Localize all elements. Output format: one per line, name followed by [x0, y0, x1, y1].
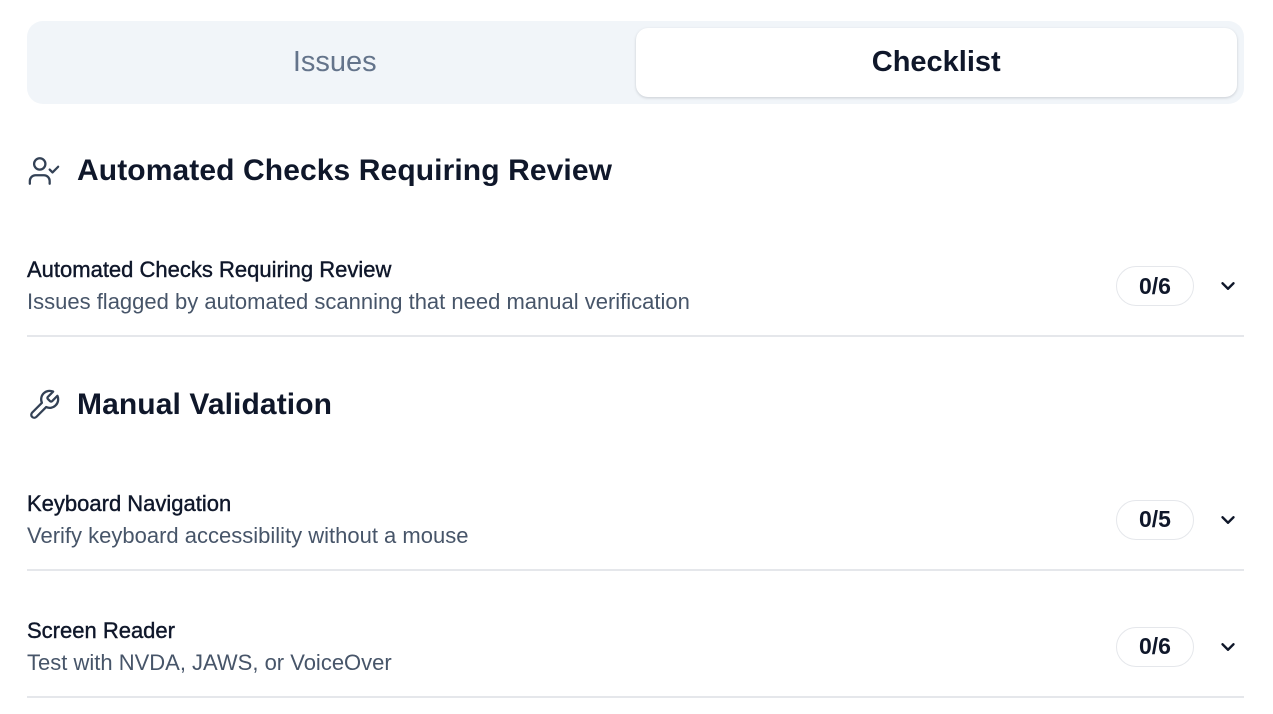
item-title: Keyboard Navigation: [27, 490, 232, 516]
item-description: Verify keyboard accessibility without a …: [27, 522, 469, 548]
tab-bar: Issues Checklist: [27, 21, 1244, 104]
checklist-item-keyboard-navigation[interactable]: Keyboard Navigation Verify keyboard acce…: [27, 470, 1244, 571]
section-header-manual: Manual Validation: [27, 388, 332, 422]
chevron-down-icon[interactable]: [1216, 508, 1240, 532]
chevron-down-icon[interactable]: [1216, 274, 1240, 298]
checklist-panel: Issues Checklist Automated Checks Requir…: [0, 0, 1273, 714]
checklist-item-screen-reader[interactable]: Screen Reader Test with NVDA, JAWS, or V…: [27, 597, 1244, 698]
progress-badge: 0/6: [1116, 266, 1194, 306]
item-description: Issues flagged by automated scanning tha…: [27, 289, 690, 314]
tab-issues[interactable]: Issues: [34, 28, 636, 97]
chevron-down-icon[interactable]: [1216, 635, 1240, 659]
section-title: Manual Validation: [77, 388, 333, 421]
item-title: Automated Checks Requiring Review: [27, 257, 392, 282]
item-description: Test with NVDA, JAWS, or VoiceOver: [27, 649, 392, 675]
tab-checklist[interactable]: Checklist: [635, 28, 1237, 97]
user-check-icon: [27, 154, 61, 188]
checklist-item-automated-review[interactable]: Automated Checks Requiring Review Issues…: [27, 237, 1244, 337]
section-title: Automated Checks Requiring Review: [77, 154, 613, 187]
item-title: Screen Reader: [27, 617, 175, 643]
section-header-automated: Automated Checks Requiring Review: [27, 154, 612, 188]
progress-badge: 0/6: [1116, 626, 1194, 667]
progress-badge: 0/5: [1116, 499, 1194, 540]
wrench-icon: [27, 388, 61, 422]
